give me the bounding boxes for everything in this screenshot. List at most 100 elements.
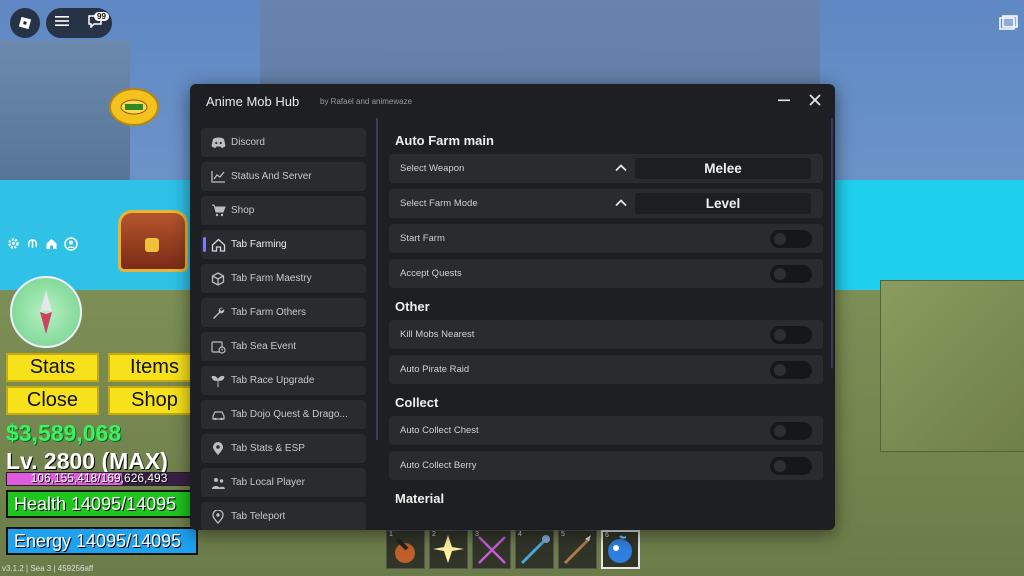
sidebar-item-tab-farm-maestry[interactable]: Tab Farm Maestry [201,264,366,293]
sidebar-item-tab-stats-esp[interactable]: Tab Stats & ESP [201,434,366,463]
compass[interactable] [10,276,82,348]
window-header[interactable]: Anime Mob Hub by Rafael and animewaze [190,84,835,118]
items-button[interactable]: Items [108,353,201,382]
people-icon [210,475,226,491]
health-bar: Health 14095/14095 [6,490,198,518]
chevron-up-icon[interactable] [614,196,628,210]
money-display: $3,589,068 [6,420,122,446]
sidebar-item-tab-local-player[interactable]: Tab Local Player [201,468,366,497]
select-farm-mode-dropdown[interactable]: Select Farm Mode Level [389,189,823,218]
accept-quests-row: Accept Quests [389,259,823,288]
sidebar-item-label: Tab Dojo Quest & Drago... [231,409,348,420]
scene-crate [880,280,1024,452]
select-weapon-dropdown[interactable]: Select Weapon Melee [389,154,823,183]
gear-icon[interactable] [6,236,21,251]
start-farm-label: Start Farm [400,233,445,244]
hotbar-slot[interactable]: 2 [429,530,468,569]
sidebar-divider [376,118,378,440]
location-icon [210,509,226,525]
auto-collect-chest-toggle[interactable] [770,422,812,440]
car-icon [210,407,226,423]
auto-collect-berry-label: Auto Collect Berry [400,460,477,471]
toggle-knob [774,233,786,245]
sidebar-item-label: Tab Teleport [231,511,286,522]
sidebar-item-tab-race-upgrade[interactable]: Tab Race Upgrade [201,366,366,395]
accept-quests-label: Accept Quests [400,268,462,279]
hotbar-slot[interactable]: 4 [515,530,554,569]
select-farm-mode-label: Select Farm Mode [400,198,478,209]
toggle-knob [774,425,786,437]
wings-icon[interactable] [25,236,40,251]
accept-quests-toggle[interactable] [770,265,812,283]
energy-bar: Energy 14095/14095 [6,527,198,555]
auto-pirate-raid-row: Auto Pirate Raid [389,355,823,384]
xp-text: 106,155,418/169,626,493 [30,471,168,485]
hotbar-slot[interactable]: 1 [386,530,425,569]
close-button[interactable] [807,92,823,108]
hamburger-menu-icon[interactable] [55,14,69,32]
health-text: Health 14095/14095 [14,494,177,514]
active-indicator [203,237,206,252]
chevron-up-icon[interactable] [614,161,628,175]
sidebar-item-label: Tab Farm Others [231,307,307,318]
sidebar-item-tab-dojo-quest[interactable]: Tab Dojo Quest & Drago... [201,400,366,429]
sidebar-item-tab-farm-others[interactable]: Tab Farm Others [201,298,366,327]
auto-collect-berry-toggle[interactable] [770,457,812,475]
wrench-icon [210,305,226,321]
hub-logo-badge [109,88,159,126]
tab-content: Auto Farm main Select Weapon Melee Selec… [389,128,823,512]
shop-hud-button[interactable]: Shop [108,386,201,415]
roblox-logo-button[interactable] [10,8,40,38]
sprout-icon [210,373,226,389]
select-weapon-value[interactable]: Melee [635,158,811,179]
sidebar-item-tab-farming[interactable]: Tab Farming [201,230,366,259]
sidebar-item-label: Tab Local Player [231,477,305,488]
sidebar-item-status-and-server[interactable]: Status And Server [201,162,366,191]
hotbar-slot[interactable]: 3 [472,530,511,569]
section-title: Auto Farm main [395,133,494,148]
kill-mobs-row: Kill Mobs Nearest [389,320,823,349]
hotbar: 1 2 3 4 5 6 [386,530,640,569]
home-icon [210,237,226,253]
close-hud-button[interactable]: Close [6,386,99,415]
auto-collect-chest-label: Auto Collect Chest [400,425,479,436]
start-farm-toggle[interactable] [770,230,812,248]
sidebar-item-shop[interactable]: Shop [201,196,366,225]
compass-needle-icon [40,290,52,334]
auto-pirate-raid-toggle[interactable] [770,361,812,379]
hotbar-slot[interactable]: 5 [558,530,597,569]
minimize-icon [778,99,790,102]
minimize-button[interactable] [776,92,792,108]
auto-collect-berry-row: Auto Collect Berry [389,451,823,480]
home-icon[interactable] [44,236,59,251]
side-icon-row [6,236,78,251]
profile-icon[interactable] [63,236,78,251]
sidebar-item-label: Shop [231,205,255,216]
section-title: Other [395,299,430,314]
discord-icon [210,135,226,151]
select-weapon-label: Select Weapon [400,163,465,174]
sidebar-item-discord[interactable]: Discord [201,128,366,157]
auto-collect-chest-row: Auto Collect Chest [389,416,823,445]
window-title: Anime Mob Hub [206,94,300,109]
sidebar-item-label: Tab Farm Maestry [231,273,312,284]
sidebar-item-tab-teleport[interactable]: Tab Teleport [201,502,366,530]
content-scrollbar[interactable] [831,118,833,368]
backpack-icon[interactable] [998,14,1018,32]
sidebar: Discord Status And Server Shop Tab Farmi… [201,128,366,530]
sidebar-item-label: Tab Stats & ESP [231,443,305,454]
select-farm-mode-value[interactable]: Level [635,193,811,214]
version-text: v3.1.2 | Sea 3 | 459256aff [2,564,94,573]
toggle-knob [774,268,786,280]
toggle-knob [774,460,786,472]
toggle-knob [774,364,786,376]
energy-text: Energy 14095/14095 [14,531,182,551]
cart-icon [210,203,226,219]
stats-button[interactable]: Stats [6,353,99,382]
hotbar-slot-selected[interactable]: 6 [601,530,640,569]
kill-mobs-toggle[interactable] [770,326,812,344]
sidebar-item-tab-sea-event[interactable]: Tab Sea Event [201,332,366,361]
notification-badge: 99 [94,12,109,21]
kill-mobs-label: Kill Mobs Nearest [400,329,475,340]
sidebar-item-label: Status And Server [231,171,312,182]
